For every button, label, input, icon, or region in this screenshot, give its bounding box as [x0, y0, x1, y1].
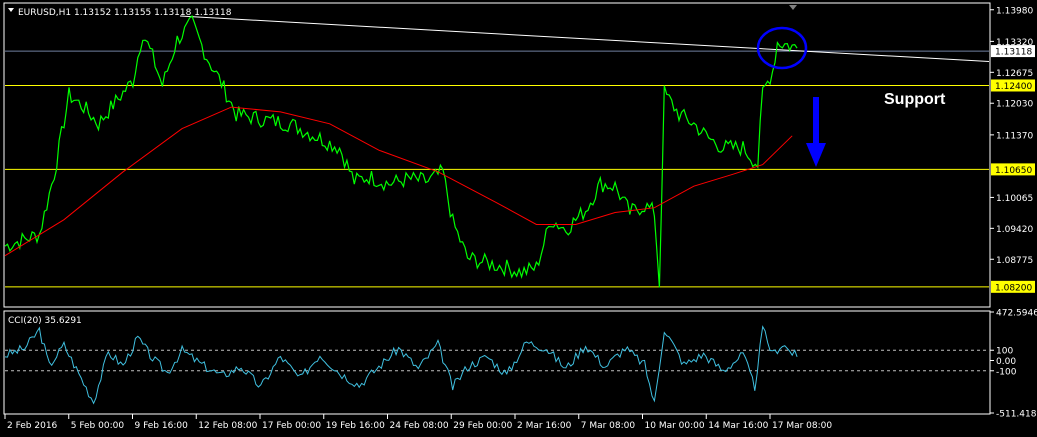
time-tick-label: 2 Feb 2016: [7, 421, 58, 431]
down-arrow-icon: [806, 97, 826, 167]
time-tick-label: 2 Mar 16:00: [517, 421, 572, 431]
support-label: Support: [884, 91, 946, 108]
time-tick-label: 24 Feb 08:00: [390, 421, 449, 431]
price-series-layer: [4, 14, 798, 288]
price-tick-label: 1.13980: [996, 6, 1033, 16]
time-tick-label: 7 Mar 08:00: [581, 421, 636, 431]
cci-tick-label: -100: [996, 367, 1017, 377]
time-tick-label: 12 Feb 08:00: [198, 421, 257, 431]
level-price-label: 1.12400: [995, 82, 1032, 92]
chart-canvas: EURUSD,H1 1.13152 1.13155 1.13118 1.1311…: [3, 2, 1037, 431]
cci-layer: 472.5946 1000.00-100 -511.4182: [4, 309, 1037, 420]
time-axis: 2 Feb 2016 5 Feb 00:00 9 Feb 16:00 12 Feb 0…: [4, 414, 832, 431]
price-tick-label: 1.11370: [996, 131, 1033, 141]
price-axis: 1.13980 1.13320 1.12675 1.12030 1.11370 1.100…: [990, 6, 1033, 266]
cci-tick-label: 472.5946: [996, 309, 1037, 319]
price-tick-label: 1.10065: [996, 194, 1033, 204]
cci-tick-label: 0.00: [996, 357, 1016, 367]
time-tick-label: 17 Mar 08:00: [772, 421, 832, 431]
price-tick-label: 1.12675: [996, 69, 1033, 79]
level-price-label: 1.08200: [995, 283, 1032, 293]
price-tick-label: 1.13320: [996, 38, 1033, 48]
chart-shift-icon[interactable]: [789, 5, 797, 10]
price-tick-label: 1.08775: [996, 256, 1033, 266]
trendline-layer: [179, 15, 990, 63]
symbol-dropdown-icon[interactable]: [8, 8, 14, 12]
cci-tick-label: 100: [996, 347, 1013, 357]
cci-panel-frame: [3, 310, 991, 415]
cci-label: CCI(20) 35.6291: [8, 316, 82, 326]
time-tick-label: 14 Mar 16:00: [708, 421, 768, 431]
horizontal-levels: 1.12400 1.10650 1.08200 1.13118: [5, 45, 1035, 293]
current-price-label: 1.13118: [995, 48, 1032, 58]
time-tick-label: 5 Feb 00:00: [71, 421, 125, 431]
time-tick-label: 17 Feb 00:00: [262, 421, 321, 431]
symbol-header: EURUSD,H1 1.13152 1.13155 1.13118 1.1311…: [18, 8, 232, 18]
price-line: [4, 14, 798, 288]
time-tick-label: 29 Feb 00:00: [453, 421, 512, 431]
time-tick-label: 10 Mar 00:00: [645, 421, 705, 431]
price-tick-label: 1.09420: [996, 225, 1033, 235]
time-tick-label: 9 Feb 16:00: [135, 421, 189, 431]
cci-line: [4, 325, 798, 405]
price-tick-label: 1.12030: [996, 100, 1033, 110]
time-tick-label: 19 Feb 16:00: [326, 421, 385, 431]
level-price-label: 1.10650: [995, 166, 1032, 176]
trendline: [179, 15, 990, 63]
cci-tick-label: -511.4182: [996, 410, 1037, 420]
